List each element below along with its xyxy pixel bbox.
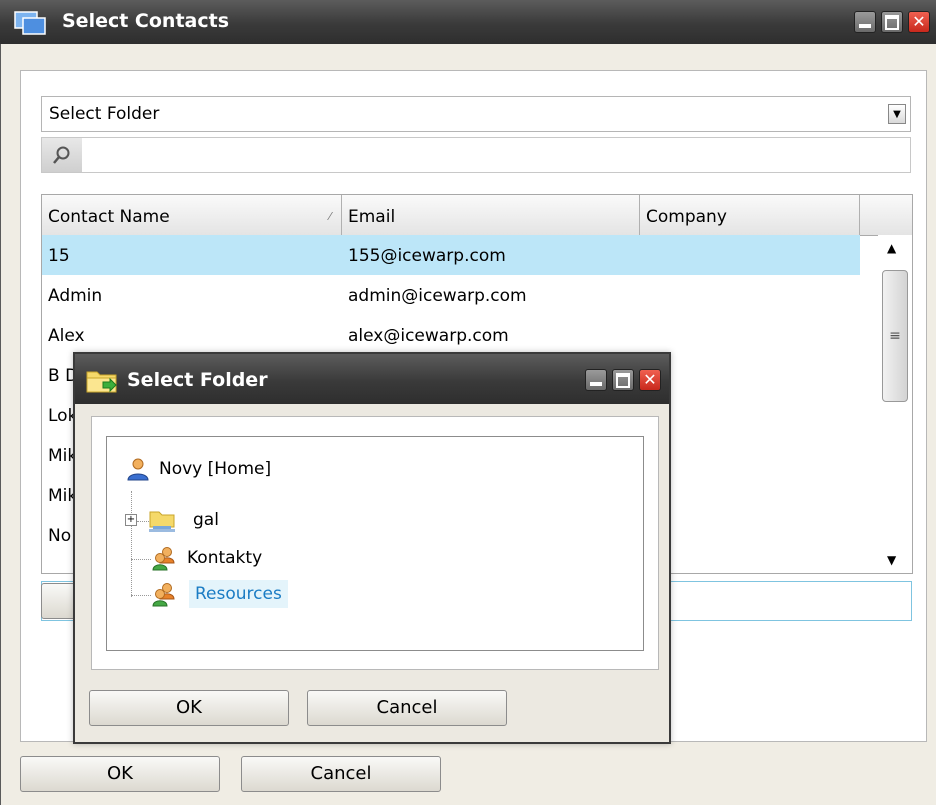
dialog-ok-button-label: OK xyxy=(176,697,202,718)
tree-connector xyxy=(131,559,151,560)
maximize-button[interactable] xyxy=(881,11,903,33)
minimize-icon xyxy=(590,382,602,386)
dialog-close-button[interactable]: ✕ xyxy=(639,369,661,391)
cell-contact-name: 15 xyxy=(48,246,70,266)
user-icon xyxy=(127,458,149,481)
column-header-label: Company xyxy=(646,207,727,227)
select-folder-dialog: Select Folder ✕ Novy [Home] + gal Kontak… xyxy=(73,352,671,744)
dialog-ok-button[interactable]: OK xyxy=(89,690,289,726)
cancel-button[interactable]: Cancel xyxy=(241,756,441,792)
cell-contact-name: Mik xyxy=(48,486,78,506)
vertical-scrollbar[interactable]: ▲ ≡ ▼ xyxy=(878,235,912,573)
scroll-thumb[interactable]: ≡ xyxy=(882,270,908,402)
dialog-minimize-button[interactable] xyxy=(585,369,607,391)
tree-node-label: Novy [Home] xyxy=(159,459,272,479)
cell-email: 155@icewarp.com xyxy=(348,246,506,266)
dialog-titlebar[interactable]: Select Folder ✕ xyxy=(75,354,669,404)
maximize-icon xyxy=(885,14,899,30)
column-header-label: Email xyxy=(348,207,396,227)
dropdown-arrow-icon[interactable]: ▼ xyxy=(888,104,906,124)
dialog-cancel-button[interactable]: Cancel xyxy=(307,690,507,726)
scroll-down-arrow-icon[interactable]: ▼ xyxy=(887,553,896,567)
search-icon[interactable] xyxy=(42,138,82,172)
folder-icon xyxy=(86,371,117,393)
folder-tree-panel: Novy [Home] + gal Kontakty Resources xyxy=(91,416,659,670)
window-titlebar[interactable]: Select Contacts ✕ xyxy=(0,0,936,44)
expand-icon[interactable]: + xyxy=(125,514,137,526)
folder-network-icon xyxy=(149,511,175,532)
tree-node-label: Kontakty xyxy=(187,548,263,568)
tree-node-root[interactable]: Novy [Home] xyxy=(125,457,271,481)
cell-email: admin@icewarp.com xyxy=(348,286,527,306)
window-controls: ✕ xyxy=(854,11,930,33)
close-icon: ✕ xyxy=(912,12,926,31)
dialog-title: Select Folder xyxy=(127,369,268,391)
minimize-button[interactable] xyxy=(854,11,876,33)
search-field[interactable] xyxy=(41,137,911,173)
cancel-button-label: Cancel xyxy=(310,763,372,784)
folder-select-value: Select Folder xyxy=(49,104,160,124)
grid-header: Contact Name ⁄ Email Company xyxy=(42,195,912,236)
table-row[interactable]: Admin admin@icewarp.com xyxy=(42,275,860,315)
tree-node-label: Resources xyxy=(189,580,288,608)
dialog-controls: ✕ xyxy=(585,369,661,391)
close-icon: ✕ xyxy=(643,370,657,389)
tree-node-gal[interactable]: + gal xyxy=(125,507,219,533)
cell-contact-name: Admin xyxy=(48,286,103,306)
column-header-email[interactable]: Email xyxy=(342,195,640,235)
tree-node-label: gal xyxy=(193,510,219,530)
ok-button-label: OK xyxy=(107,763,133,784)
table-row[interactable]: Alex alex@icewarp.com xyxy=(42,315,860,355)
maximize-icon xyxy=(616,372,630,388)
tree-node-kontakty[interactable]: Kontakty xyxy=(151,545,262,571)
column-header-label: Contact Name xyxy=(48,207,170,227)
folder-select[interactable]: Select Folder ▼ xyxy=(41,96,911,132)
table-row[interactable]: 15 155@icewarp.com xyxy=(42,235,860,275)
folder-tree: Novy [Home] + gal Kontakty Resources xyxy=(106,436,644,651)
close-button[interactable]: ✕ xyxy=(908,11,930,33)
window-app-icon xyxy=(14,11,46,35)
tree-node-resources[interactable]: Resources xyxy=(151,580,288,608)
contacts-folder-icon xyxy=(152,547,175,571)
dialog-cancel-button-label: Cancel xyxy=(376,697,438,718)
scroll-up-arrow-icon[interactable]: ▲ xyxy=(887,241,896,255)
cell-contact-name: Alex xyxy=(48,326,85,346)
cell-contact-name: No xyxy=(48,526,72,546)
column-header-contact-name[interactable]: Contact Name ⁄ xyxy=(42,195,342,235)
minimize-icon xyxy=(859,24,871,28)
column-header-company[interactable]: Company xyxy=(640,195,860,235)
cell-email: alex@icewarp.com xyxy=(348,326,509,346)
sort-indicator-icon: ⁄ xyxy=(329,210,331,223)
window-title: Select Contacts xyxy=(62,10,230,32)
contacts-folder-icon xyxy=(152,583,175,607)
tree-connector xyxy=(131,595,151,596)
ok-button[interactable]: OK xyxy=(20,756,220,792)
cell-contact-name: Mik xyxy=(48,446,78,466)
dialog-maximize-button[interactable] xyxy=(612,369,634,391)
